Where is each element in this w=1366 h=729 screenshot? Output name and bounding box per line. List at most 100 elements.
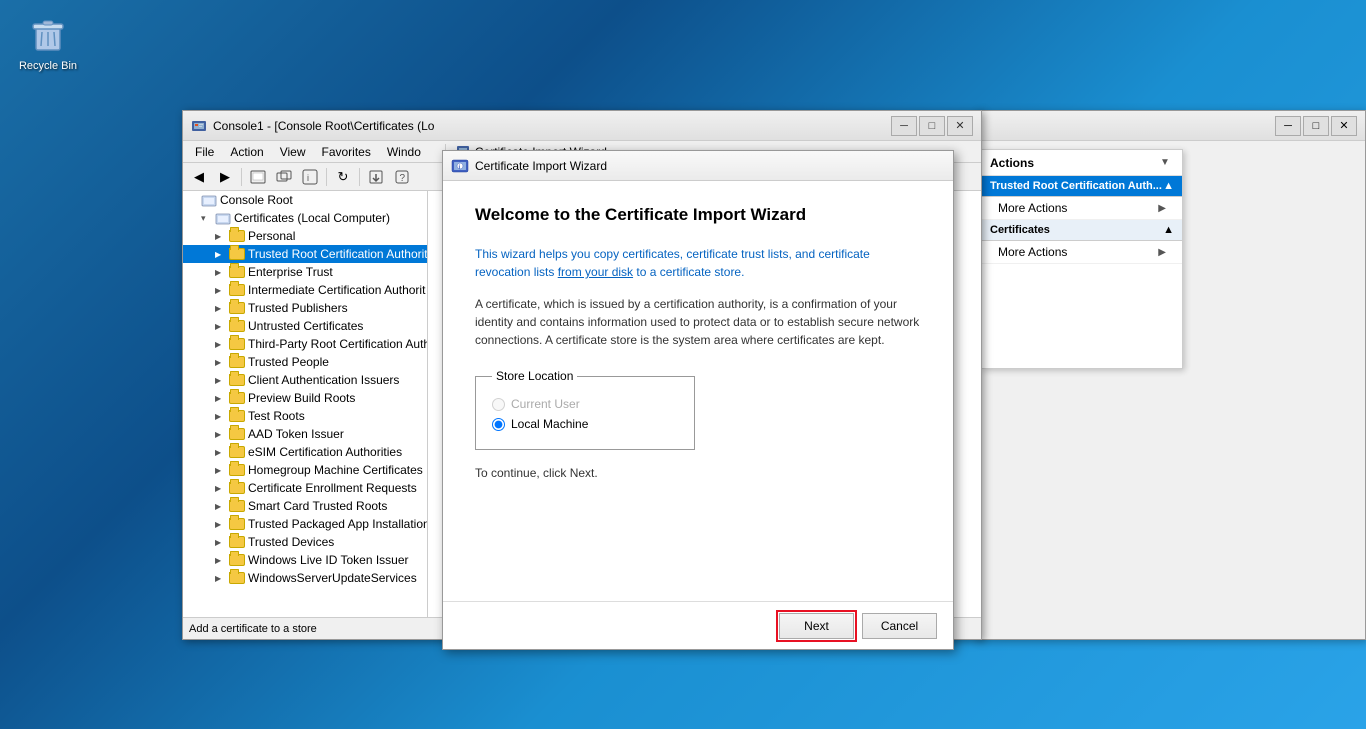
toolbar-forward-btn[interactable]: ▶ <box>213 166 237 188</box>
tree-trusted-dev-icon <box>229 535 245 549</box>
tree-trusted-pkg-label: Trusted Packaged App Installation <box>248 517 428 531</box>
tree-item-trusted-devices[interactable]: ▶ Trusted Devices <box>183 533 427 551</box>
toolbar-help-btn[interactable]: ? <box>390 166 414 188</box>
mmc-minimize-btn[interactable]: ─ <box>891 116 917 136</box>
toolbar-back-btn[interactable]: ◀ <box>187 166 211 188</box>
tree-wsus-expand: ▶ <box>215 574 229 583</box>
tree-wsus-label: WindowsServerUpdateServices <box>248 571 417 585</box>
tree-trusted-people-label: Trusted People <box>248 355 329 369</box>
statusbar-text: Add a certificate to a store <box>189 623 317 635</box>
behind-minimize-btn[interactable]: ─ <box>1275 116 1301 136</box>
radio-current-user[interactable] <box>492 398 505 411</box>
tree-panel: Console Root ▾ Certificates (Local Compu… <box>183 191 428 617</box>
tree-cert-enroll-expand: ▶ <box>215 484 229 493</box>
toolbar-up-btn[interactable] <box>246 166 270 188</box>
radio-local-machine-label: Local Machine <box>511 417 588 431</box>
wizard-body: Welcome to the Certificate Import Wizard… <box>443 181 953 601</box>
actions-section-2-arrow: ▲ <box>1163 224 1174 236</box>
tree-third-party-label: Third-Party Root Certification Auth <box>248 337 428 351</box>
actions-more-actions-2-label: More Actions <box>998 245 1067 259</box>
tree-item-windows-live[interactable]: ▶ Windows Live ID Token Issuer <box>183 551 427 569</box>
recycle-bin[interactable]: Recycle Bin <box>10 10 86 72</box>
tree-enterprise-icon <box>229 265 245 279</box>
tree-certificates-icon <box>215 211 231 225</box>
tree-item-third-party[interactable]: ▶ Third-Party Root Certification Auth <box>183 335 427 353</box>
tree-item-trusted-pkg[interactable]: ▶ Trusted Packaged App Installation <box>183 515 427 533</box>
actions-section-2[interactable]: Certificates ▲ <box>982 220 1182 241</box>
behind-maximize-btn[interactable]: □ <box>1303 116 1329 136</box>
mmc-icon <box>191 118 207 134</box>
tree-item-intermediate[interactable]: ▶ Intermediate Certification Authorit <box>183 281 427 299</box>
actions-more-actions-2[interactable]: More Actions ▶ <box>982 241 1182 264</box>
tree-smart-card-label: Smart Card Trusted Roots <box>248 499 387 513</box>
radio-current-user-option[interactable]: Current User <box>492 397 678 411</box>
tree-item-personal[interactable]: ▶ Personal <box>183 227 427 245</box>
recycle-bin-label: Recycle Bin <box>19 60 77 72</box>
tree-esim-expand: ▶ <box>215 448 229 457</box>
tree-esim-label: eSIM Certification Authorities <box>248 445 402 459</box>
wizard-next-btn[interactable]: Next <box>779 613 854 639</box>
tree-test-icon <box>229 409 245 423</box>
toolbar-sep-2 <box>326 168 327 186</box>
tree-item-preview-roots[interactable]: ▶ Preview Build Roots <box>183 389 427 407</box>
tree-item-smart-card[interactable]: ▶ Smart Card Trusted Roots <box>183 497 427 515</box>
menu-action[interactable]: Action <box>222 143 271 161</box>
tree-untrusted-expand: ▶ <box>215 322 229 331</box>
actions-collapse-btn[interactable]: ▼ <box>1156 154 1174 172</box>
tree-client-auth-icon <box>229 373 245 387</box>
tree-untrusted-icon <box>229 319 245 333</box>
toolbar-new-window-btn[interactable] <box>272 166 296 188</box>
behind-mmc-window: ─ □ ✕ Actions ▼ Trusted Root Certificati… <box>976 110 1366 640</box>
actions-title: Actions <box>990 156 1156 170</box>
mmc-maximize-btn[interactable]: □ <box>919 116 945 136</box>
behind-close-btn[interactable]: ✕ <box>1331 116 1357 136</box>
radio-current-user-label: Current User <box>511 397 580 411</box>
tree-console-root[interactable]: Console Root <box>183 191 427 209</box>
toolbar-properties-btn[interactable]: i <box>298 166 322 188</box>
actions-more-actions-1[interactable]: More Actions ▶ <box>982 197 1182 220</box>
tree-client-auth-label: Client Authentication Issuers <box>248 373 399 387</box>
tree-certificates-node[interactable]: ▾ Certificates (Local Computer) <box>183 209 427 227</box>
tree-item-cert-enrollment[interactable]: ▶ Certificate Enrollment Requests <box>183 479 427 497</box>
tree-item-enterprise[interactable]: ▶ Enterprise Trust <box>183 263 427 281</box>
tree-item-aad[interactable]: ▶ AAD Token Issuer <box>183 425 427 443</box>
tree-windows-live-expand: ▶ <box>215 556 229 565</box>
toolbar-sep-1 <box>241 168 242 186</box>
menu-view[interactable]: View <box>272 143 314 161</box>
wizard-cancel-btn[interactable]: Cancel <box>862 613 937 639</box>
wizard-title-text: Certificate Import Wizard <box>475 159 945 173</box>
actions-arrow-1: ▶ <box>1158 203 1166 214</box>
menu-file[interactable]: File <box>187 143 222 161</box>
tree-trusted-people-icon <box>229 355 245 369</box>
menu-favorites[interactable]: Favorites <box>314 143 379 161</box>
tree-item-test-roots[interactable]: ▶ Test Roots <box>183 407 427 425</box>
tree-item-trusted-root[interactable]: ▶ Trusted Root Certification Authorit <box>183 245 427 263</box>
tree-item-client-auth[interactable]: ▶ Client Authentication Issuers <box>183 371 427 389</box>
wizard-to-store-text: to a certificate store. <box>633 265 744 279</box>
toolbar-refresh-btn[interactable]: ↻ <box>331 166 355 188</box>
tree-root-icon <box>201 193 217 207</box>
tree-homegroup-expand: ▶ <box>215 466 229 475</box>
tree-item-trusted-publishers[interactable]: ▶ Trusted Publishers <box>183 299 427 317</box>
actions-section-1[interactable]: Trusted Root Certification Auth... ▲ <box>982 176 1182 197</box>
mmc-titlebar-controls: ─ □ ✕ <box>891 116 973 136</box>
store-location-group: Store Location Current User Local Machin… <box>475 369 695 450</box>
wizard-window: i Certificate Import Wizard Welcome to t… <box>442 150 954 650</box>
tree-test-label: Test Roots <box>248 409 305 423</box>
wizard-icon: i <box>451 157 469 175</box>
radio-local-machine-option[interactable]: Local Machine <box>492 417 678 431</box>
recycle-bin-icon <box>24 10 72 58</box>
menu-window[interactable]: Windo <box>379 143 429 161</box>
tree-item-trusted-people[interactable]: ▶ Trusted People <box>183 353 427 371</box>
toolbar-export-btn[interactable] <box>364 166 388 188</box>
tree-item-esim[interactable]: ▶ eSIM Certification Authorities <box>183 443 427 461</box>
wizard-from-disk-link[interactable]: from your disk <box>558 265 633 279</box>
tree-trusted-root-label: Trusted Root Certification Authorit <box>248 247 428 261</box>
tree-cert-enroll-label: Certificate Enrollment Requests <box>248 481 417 495</box>
tree-item-wsus[interactable]: ▶ WindowsServerUpdateServices <box>183 569 427 587</box>
mmc-close-btn[interactable]: ✕ <box>947 116 973 136</box>
tree-item-homegroup[interactable]: ▶ Homegroup Machine Certificates <box>183 461 427 479</box>
radio-local-machine[interactable] <box>492 418 505 431</box>
actions-section-1-arrow: ▲ <box>1163 180 1174 192</box>
tree-item-untrusted[interactable]: ▶ Untrusted Certificates <box>183 317 427 335</box>
